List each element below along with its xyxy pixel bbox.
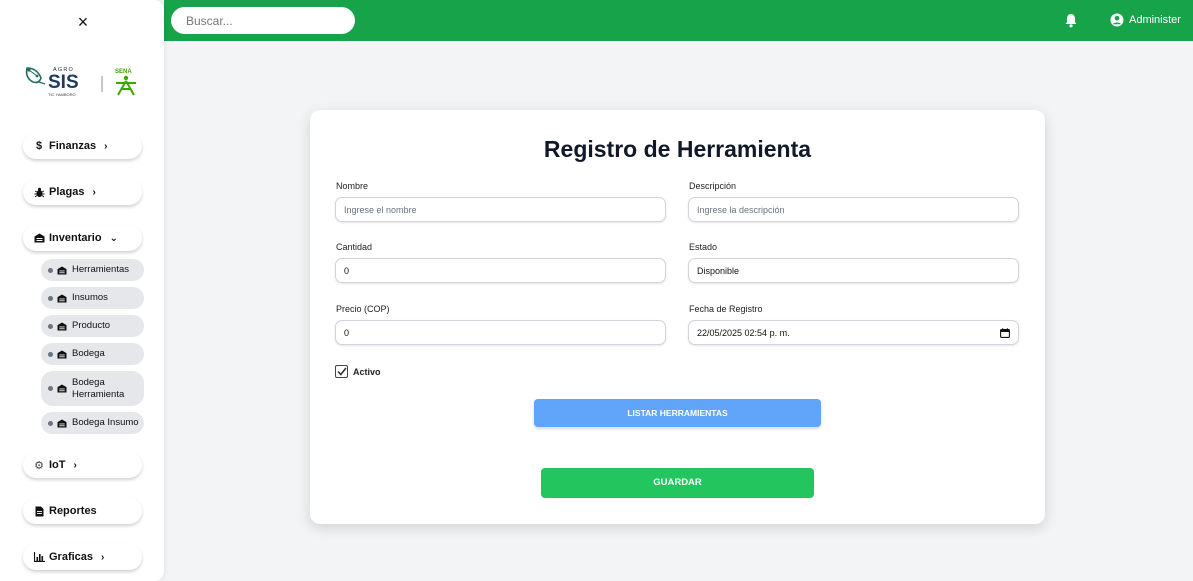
warehouse-icon xyxy=(57,293,67,303)
calendar-icon[interactable] xyxy=(1000,328,1010,338)
sidebar-subitem-label: Producto xyxy=(72,320,111,331)
activo-checkbox[interactable] xyxy=(335,365,348,378)
sidebar-subitem-label: Bodega Insumo xyxy=(72,417,139,428)
logo-sub-text: TIC YAMBORÓ xyxy=(48,92,76,97)
bullet-dot xyxy=(48,323,53,329)
sidebar-item-label: Graficas xyxy=(49,551,94,563)
warehouse-icon xyxy=(57,265,67,275)
warehouse-icon xyxy=(57,418,67,428)
sidebar: × AGRO SIS TIC YAMBORÓ SENA $ Finanzas ›… xyxy=(0,0,164,581)
sidebar-subitem-bodega[interactable]: Bodega xyxy=(41,343,144,365)
warehouse-icon xyxy=(57,349,67,359)
precio-label: Precio (COP) xyxy=(336,304,390,314)
top-header: Administer xyxy=(164,0,1193,41)
page-title: Registro de Herramienta xyxy=(543,136,812,162)
sidebar-subitem-herramientas[interactable]: Herramientas xyxy=(41,259,144,281)
sidebar-item-label: IoT xyxy=(49,459,66,471)
warehouse-icon xyxy=(57,321,67,331)
sidebar-item-finanzas[interactable]: $ Finanzas › xyxy=(23,133,142,159)
warehouse-icon xyxy=(57,384,67,393)
descripcion-label: Descripción xyxy=(689,181,737,191)
sidebar-item-label: Reportes xyxy=(49,505,97,517)
chevron-right-icon: › xyxy=(92,186,96,198)
sidebar-item-label: Finanzas xyxy=(49,140,97,152)
chip-icon: ⚙ xyxy=(34,459,44,472)
sidebar-subitem-label: Bodega xyxy=(72,348,105,359)
close-sidebar-button[interactable]: × xyxy=(74,13,92,31)
activo-label: Activo xyxy=(353,367,381,377)
bullet-dot xyxy=(48,420,53,426)
sidebar-subitem-bodega-herramienta[interactable]: Bodega Herramienta xyxy=(41,371,144,406)
logo-sena-text: SENA xyxy=(115,69,132,75)
sidebar-subitem-label: Bodega Herramienta xyxy=(72,376,125,400)
fecha-value: 22/05/2025 02:54 p. m. xyxy=(697,327,790,338)
search-input[interactable] xyxy=(171,7,355,34)
file-icon xyxy=(33,506,45,517)
sidebar-subitem-label: Herramientas xyxy=(72,264,130,275)
bullet-dot xyxy=(48,267,53,273)
sidebar-item-graficas[interactable]: Graficas › xyxy=(23,544,142,570)
sidebar-subitem-producto[interactable]: Producto xyxy=(41,315,144,337)
sidebar-subitem-bodega-insumo[interactable]: Bodega Insumo xyxy=(41,412,144,434)
bell-icon[interactable] xyxy=(1064,13,1078,28)
chevron-down-icon: ⌄ xyxy=(109,232,118,244)
sidebar-item-label: Plagas xyxy=(49,186,85,198)
list-tools-button[interactable]: LISTAR HERRAMIENTAS xyxy=(534,399,821,427)
bullet-dot xyxy=(48,351,53,357)
chevron-right-icon: › xyxy=(101,551,105,563)
bullet-dot xyxy=(48,295,53,301)
dollar-icon: $ xyxy=(35,140,43,152)
cantidad-label: Cantidad xyxy=(336,242,373,252)
sidebar-subitem-label: Insumos xyxy=(72,292,108,303)
user-name: Administer xyxy=(1129,14,1181,26)
nombre-label: Nombre xyxy=(336,181,369,191)
fecha-label: Fecha de Registro xyxy=(689,304,763,314)
cantidad-field[interactable]: 0 xyxy=(335,258,666,283)
sidebar-item-reportes[interactable]: Reportes xyxy=(23,498,142,524)
sidebar-subitem-insumos[interactable]: Insumos xyxy=(41,287,144,309)
check-icon xyxy=(336,367,347,376)
logo-sis-text: SIS xyxy=(48,72,79,93)
bullet-dot xyxy=(48,386,53,391)
bug-icon xyxy=(33,187,45,198)
sidebar-item-label: Inventario xyxy=(49,232,102,244)
estado-field[interactable]: Disponible xyxy=(688,258,1019,283)
sidebar-item-plagas[interactable]: Plagas › xyxy=(23,179,142,205)
estado-label: Estado xyxy=(689,242,718,252)
fecha-registro-field[interactable]: 22/05/2025 02:54 p. m. xyxy=(688,320,1019,345)
nombre-field[interactable]: Ingrese el nombre xyxy=(335,197,666,222)
chevron-right-icon: › xyxy=(73,459,77,471)
user-circle-icon xyxy=(1110,13,1124,27)
sidebar-item-inventario[interactable]: Inventario ⌄ xyxy=(23,225,142,251)
descripcion-field[interactable]: Ingrese la descripción xyxy=(688,197,1019,222)
bar-chart-icon xyxy=(33,552,45,562)
user-menu[interactable]: Administer xyxy=(1110,13,1181,27)
tool-registration-card: Registro de Herramienta Nombre Ingrese e… xyxy=(310,110,1045,524)
warehouse-icon xyxy=(33,233,45,243)
chevron-right-icon: › xyxy=(104,140,108,152)
agrosis-sena-logo: AGRO SIS TIC YAMBORÓ SENA xyxy=(25,67,136,97)
sidebar-item-iot[interactable]: ⚙ IoT › xyxy=(23,452,142,478)
precio-field[interactable]: 0 xyxy=(335,320,666,345)
save-button[interactable]: GUARDAR xyxy=(541,468,814,498)
